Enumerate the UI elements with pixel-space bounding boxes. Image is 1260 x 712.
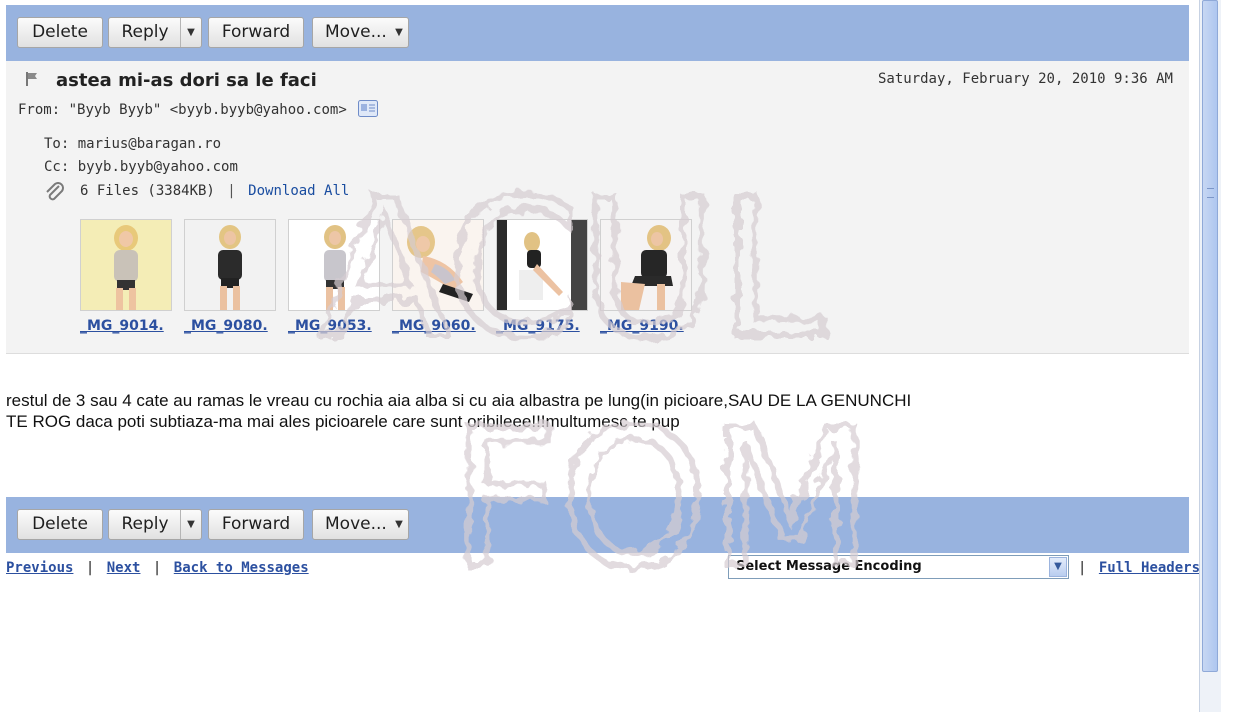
full-headers-link[interactable]: Full Headers (1099, 560, 1200, 576)
mail-viewport: Delete Reply ▼ Forward Move... ▼ astea m… (0, 0, 1260, 712)
message-date: Saturday, February 20, 2010 9:36 AM (877, 71, 1173, 87)
reply-button[interactable]: Reply ▼ (108, 509, 202, 540)
back-to-messages-link[interactable]: Back to Messages (174, 560, 309, 576)
attachment-name[interactable]: _MG_9175. (496, 318, 588, 334)
nav-separator: | (85, 560, 95, 576)
attachment-thumbnail[interactable]: _MG_9080. (184, 219, 276, 334)
reply-label: Reply (121, 514, 169, 534)
attachment-image[interactable] (184, 219, 276, 311)
attachment-thumbnail[interactable]: _MG_9060. (392, 219, 484, 334)
reply-button[interactable]: Reply ▼ (108, 17, 202, 48)
top-toolbar: Delete Reply ▼ Forward Move... ▼ (6, 5, 1189, 61)
move-button[interactable]: Move... ▼ (312, 509, 409, 540)
move-dropdown-icon: ▼ (395, 519, 403, 530)
message-subject: astea mi-as dori sa le faci (56, 70, 317, 91)
move-button[interactable]: Move... ▼ (312, 17, 409, 48)
to-row: To: marius@baragan.ro (44, 136, 221, 152)
reply-dropdown-icon[interactable]: ▼ (180, 18, 201, 47)
nav-separator: | (152, 560, 162, 576)
move-dropdown-icon: ▼ (395, 27, 403, 38)
reply-label: Reply (121, 22, 169, 42)
nav-separator: | (1078, 560, 1087, 576)
move-label: Move... (325, 514, 387, 534)
attachment-name[interactable]: _MG_9190. (600, 318, 692, 334)
attachment-name[interactable]: _MG_9014. (80, 318, 172, 334)
body-line: restul de 3 sau 4 cate au ramas le vreau… (6, 391, 912, 410)
flag-icon[interactable] (24, 71, 40, 91)
attachment-image[interactable] (288, 219, 380, 311)
message-encoding-select[interactable]: Select Message Encoding ▼ (728, 555, 1069, 579)
forward-button[interactable]: Forward (208, 17, 304, 48)
grip-icon (1207, 188, 1214, 198)
delete-button[interactable]: Delete (17, 17, 103, 48)
from-row: From: "Byyb Byyb" <byyb.byyb@yahoo.com> (18, 100, 379, 121)
footer-nav: Previous | Next | Back to Messages (6, 560, 309, 576)
attachment-image[interactable] (80, 219, 172, 311)
attachment-image[interactable] (496, 219, 588, 311)
to-label: To: (44, 136, 70, 152)
attachment-image[interactable] (392, 219, 484, 311)
vertical-scrollbar[interactable] (1199, 0, 1221, 712)
forward-button[interactable]: Forward (208, 509, 304, 540)
body-line: TE ROG daca poti subtiaza-ma mai ales pi… (6, 412, 680, 431)
attachment-name[interactable]: _MG_9053. (288, 318, 380, 334)
files-summary: 6 Files (3384KB) (80, 183, 215, 199)
cc-row: Cc: byyb.byyb@yahoo.com (44, 159, 238, 175)
paperclip-icon (44, 182, 66, 208)
previous-link[interactable]: Previous (6, 560, 73, 576)
bottom-toolbar: Delete Reply ▼ Forward Move... ▼ (6, 497, 1189, 553)
address-card-icon[interactable] (358, 100, 379, 121)
chevron-down-icon[interactable]: ▼ (1049, 557, 1067, 577)
forward-label: Forward (221, 22, 291, 42)
next-link[interactable]: Next (107, 560, 141, 576)
scrollbar-thumb[interactable] (1202, 0, 1218, 672)
files-row: 6 Files (3384KB) | Download All (80, 183, 349, 199)
from-label: From: (18, 102, 61, 118)
move-label: Move... (325, 22, 387, 42)
download-all-link[interactable]: Download All (248, 183, 349, 199)
full-headers-area: | Full Headers (1074, 560, 1200, 576)
window-edge (1240, 0, 1260, 712)
attachment-thumbnail[interactable]: _MG_9175. (496, 219, 588, 334)
attachment-image[interactable] (600, 219, 692, 311)
delete-label: Delete (32, 22, 88, 42)
message-header: astea mi-as dori sa le faci Saturday, Fe… (6, 61, 1189, 354)
delete-label: Delete (32, 514, 88, 534)
attachment-thumbnail[interactable]: _MG_9053. (288, 219, 380, 334)
from-value[interactable]: "Byyb Byyb" <byyb.byyb@yahoo.com> (69, 102, 347, 118)
forward-label: Forward (221, 514, 291, 534)
reply-dropdown-icon[interactable]: ▼ (180, 510, 201, 539)
attachment-thumbnail[interactable]: _MG_9190. (600, 219, 692, 334)
to-value: marius@baragan.ro (77, 136, 222, 152)
encoding-selected-value: Select Message Encoding (736, 559, 922, 574)
attachment-thumbnail[interactable]: _MG_9014. (80, 219, 172, 334)
files-separator: | (227, 183, 236, 199)
attachment-name[interactable]: _MG_9080. (184, 318, 276, 334)
message-body: restul de 3 sau 4 cate au ramas le vreau… (6, 390, 1186, 432)
attachment-name[interactable]: _MG_9060. (392, 318, 484, 334)
cc-label: Cc: (44, 159, 70, 175)
delete-button[interactable]: Delete (17, 509, 103, 540)
cc-value: byyb.byyb@yahoo.com (77, 159, 238, 175)
